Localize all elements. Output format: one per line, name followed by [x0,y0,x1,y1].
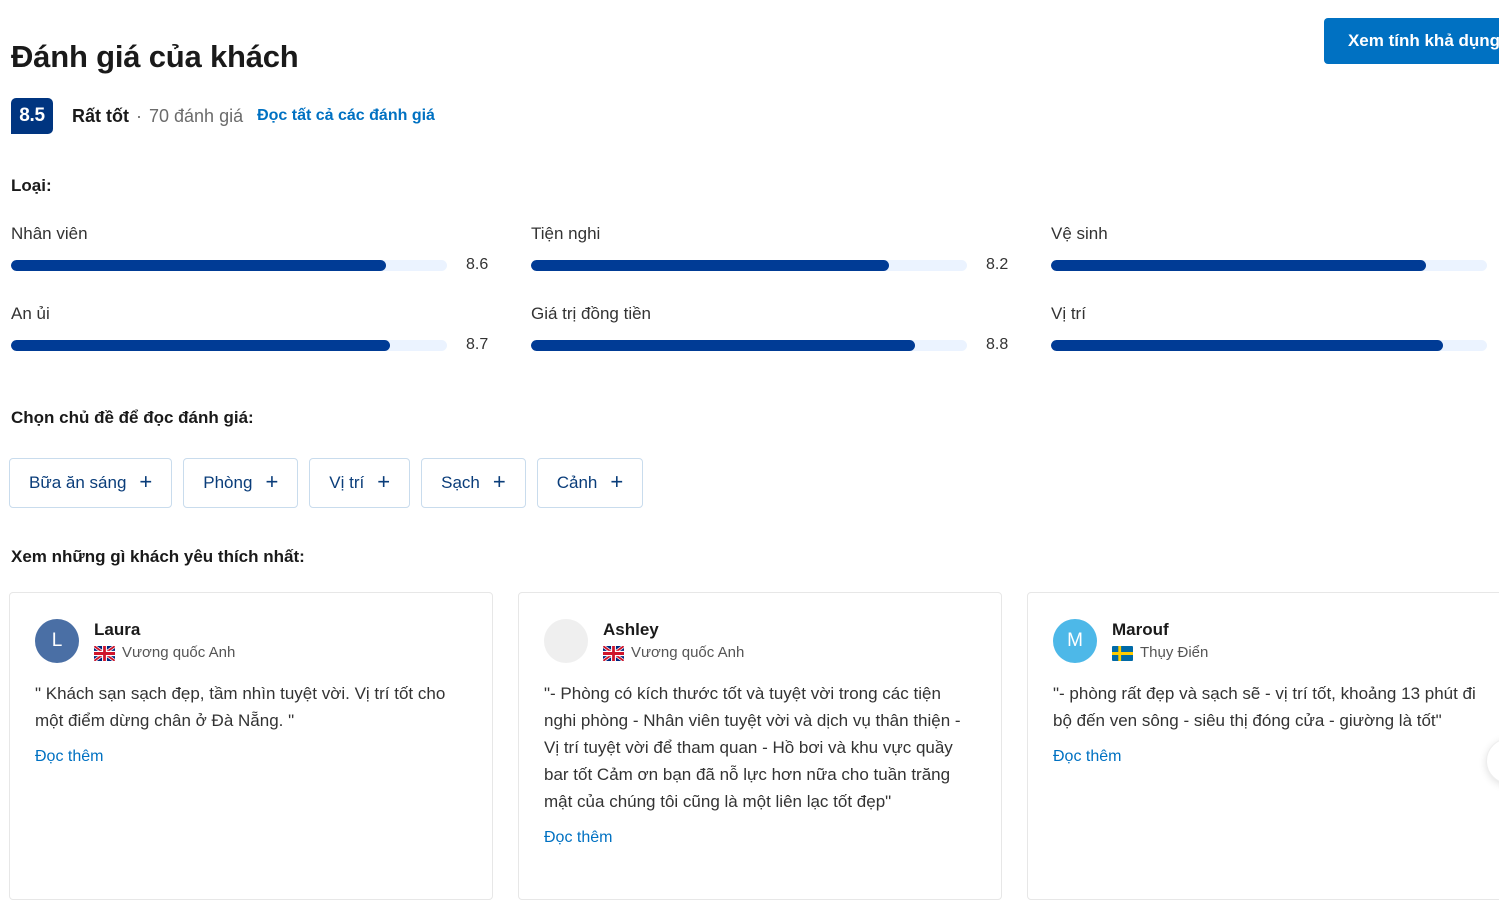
check-availability-button[interactable]: Xem tính khả dụng [1324,18,1499,64]
category-bar-track [1051,339,1487,351]
review-card-carousel: L Laura Vương quốc Anh " Khách sạn sạch đẹp… [9,592,1499,900]
reviewer-name: Laura [94,620,141,639]
avatar-initial: M [1067,630,1083,651]
topic-chip[interactable]: Cảnh + [536,458,644,508]
category-score: 8.6 [466,256,489,273]
reviewer-header: L Laura Vương quốc Anh [35,619,467,663]
category-rating: Vệ sinh8.6 [1040,222,1499,302]
category-rating: An ủi 8.7 [0,302,520,382]
plus-icon: + [139,469,153,494]
read-more-link[interactable]: Đọc thêm [35,748,103,765]
category-bar-fill [11,339,391,351]
category-score: 8.2 [986,256,1009,273]
categories-heading: Loại: [11,176,52,195]
category-bar-track [11,339,447,351]
guest-reviews-page: Đánh giá của khách Xem tính khả dụng 8.5… [0,0,1499,900]
category-label: An ủi [11,304,50,323]
plus-icon: + [492,469,506,494]
category-bar-track [531,339,967,351]
avatar: M [1053,619,1097,663]
category-bar-fill [1051,259,1426,271]
plus-icon: + [610,469,624,494]
review-text: "- Phòng có kích thước tốt và tuyệt vời … [544,684,961,811]
category-bar-fill [531,339,915,351]
reviewer-name: Marouf [1112,620,1169,639]
review-card: Ashley Vương quốc Anh "- Phòng có kích thư… [518,592,1002,900]
topic-chip[interactable]: Phòng + [183,458,299,508]
topics-heading: Chọn chủ đề để đọc đánh giá: [11,408,254,427]
category-label: Nhân viên [11,224,88,243]
country-label: Vương quốc Anh [631,644,745,661]
sweden-flag-icon [1112,645,1133,661]
review-card: M Marouf Thụy Điển "- phòng rất đẹp và sạch… [1027,592,1499,900]
topic-chip-label: Bữa ăn sáng [29,473,127,492]
reviews-heading: Xem những gì khách yêu thích nhất: [11,547,305,566]
topic-chip-label: Phòng [203,473,253,492]
category-score: 8.8 [986,336,1009,353]
page-title: Đánh giá của khách [11,38,299,74]
score-summary: 8.5 Rất tốt · 70 đánh giá Đọc tất cả các… [11,98,435,134]
reviewer-country: Thụy Điển [1112,643,1208,663]
category-bar-track [531,259,967,271]
category-rating: Vị trí9.0 [1040,302,1499,382]
category-bar-fill [11,259,386,271]
topic-chip[interactable]: Vị trí + [309,458,411,508]
category-label: Vệ sinh [1051,224,1108,243]
category-bar-fill [531,259,889,271]
reviewer-header: Ashley Vương quốc Anh [544,619,976,663]
reviewer-header: M Marouf Thụy Điển [1053,619,1485,663]
category-score: 8.7 [466,336,489,353]
page-header: Đánh giá của khách Xem tính khả dụng [0,0,1499,80]
reviewer-name: Ashley [603,620,659,639]
country-label: Vương quốc Anh [122,644,236,661]
category-bar-track [11,259,447,271]
country-label: Thụy Điển [1140,644,1209,661]
review-text: "- phòng rất đẹp và sạch sẽ - vị trí tốt… [1053,684,1476,730]
avatar-initial: L [51,630,63,651]
category-bar-track [1051,259,1487,271]
topic-chip-label: Cảnh [556,473,598,492]
score-separator: · [136,105,142,126]
avatar: L [35,619,79,663]
score-word: Rất tốt [72,105,129,126]
review-card: L Laura Vương quốc Anh " Khách sạn sạch đẹp… [9,592,493,900]
plus-icon: + [377,469,391,494]
overall-score-badge: 8.5 [11,98,53,134]
reviewer-country: Vương quốc Anh [603,643,744,663]
category-rating-grid: Nhân viên 8.6 Tiện nghi 8.2 Vệ sinh8.6 An ủi 8… [0,222,1499,382]
uk-flag-icon [603,645,624,661]
read-more-link[interactable]: Đọc thêm [544,829,612,846]
topic-chip-label: Vị trí [329,473,365,492]
review-text: " Khách sạn sạch đẹp, tầm nhìn tuyệt vời… [35,684,446,730]
category-label: Vị trí [1051,304,1086,323]
uk-flag-icon [94,645,115,661]
topic-chip[interactable]: Sạch + [421,458,526,508]
topic-chip[interactable]: Bữa ăn sáng + [9,458,173,508]
avatar [544,619,588,663]
category-label: Giá trị đồng tiền [531,304,652,323]
category-rating: Tiện nghi 8.2 [520,222,1040,302]
plus-icon: + [265,469,279,494]
topic-chip-label: Sạch [441,473,480,492]
read-all-reviews-link[interactable]: Đọc tất cả các đánh giá [257,107,435,125]
review-count: 70 đánh giá [149,105,244,126]
category-rating: Nhân viên 8.6 [0,222,520,302]
topic-chip-row: Bữa ăn sáng + Phòng + Vị trí + Sạch + Cảnh + [9,458,644,508]
category-label: Tiện nghi [531,224,601,243]
category-rating: Giá trị đồng tiền 8.8 [520,302,1040,382]
reviewer-country: Vương quốc Anh [94,643,235,663]
category-bar-fill [1051,339,1444,351]
read-more-link[interactable]: Đọc thêm [1053,748,1121,765]
